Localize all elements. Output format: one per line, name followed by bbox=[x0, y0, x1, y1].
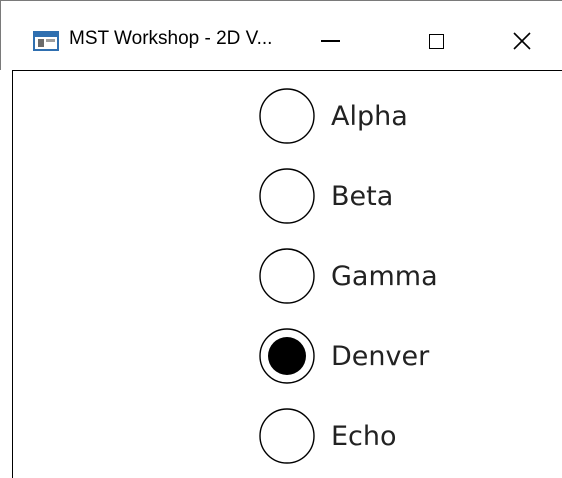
radio-label: Gamma bbox=[331, 260, 438, 292]
radio-option-beta[interactable]: Beta bbox=[259, 166, 393, 226]
radio-label: Beta bbox=[331, 180, 394, 212]
close-button[interactable] bbox=[493, 19, 551, 63]
maximize-button[interactable] bbox=[407, 19, 465, 63]
radio-label: Alpha bbox=[331, 100, 408, 132]
radio-option-alpha[interactable]: Alpha bbox=[259, 86, 408, 146]
app-window: MST Workshop - 2D V... Alpha Beta Gamma … bbox=[0, 0, 562, 478]
radio-label: Echo bbox=[331, 420, 397, 452]
radio-option-echo[interactable]: Echo bbox=[259, 406, 397, 466]
radio-label: Denver bbox=[331, 340, 430, 372]
radio-button-icon[interactable] bbox=[259, 328, 315, 384]
radio-button-icon[interactable] bbox=[259, 248, 315, 304]
title-bar[interactable]: MST Workshop - 2D V... bbox=[0, 0, 562, 70]
maximize-icon bbox=[428, 33, 444, 49]
window-title: MST Workshop - 2D V... bbox=[69, 28, 273, 49]
minimize-button[interactable] bbox=[301, 19, 359, 63]
radio-button-icon[interactable] bbox=[259, 168, 315, 224]
minimize-icon bbox=[320, 40, 340, 42]
client-area: Alpha Beta Gamma Denver Echo bbox=[12, 70, 562, 478]
radio-option-gamma[interactable]: Gamma bbox=[259, 246, 438, 306]
radio-button-icon[interactable] bbox=[259, 408, 315, 464]
app-window-icon bbox=[33, 31, 59, 51]
radio-option-denver[interactable]: Denver bbox=[259, 326, 429, 386]
close-icon bbox=[513, 32, 531, 50]
radio-button-icon[interactable] bbox=[259, 88, 315, 144]
